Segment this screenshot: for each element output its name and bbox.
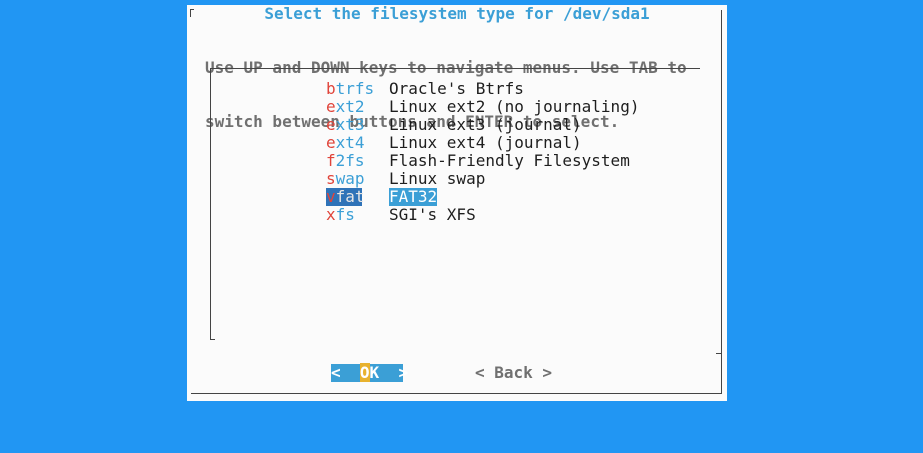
menu-item-tag: ext2 [326, 98, 389, 116]
menu-box-border-top [210, 68, 700, 69]
menu-item-tag-rest: trfs [335, 79, 375, 98]
menu-item-tag: btrfs [326, 80, 389, 98]
menu-item-ext3[interactable]: ext3 Linux ext3 (journal) [326, 116, 639, 134]
menu-item-tag-rest: xt2 [335, 97, 365, 116]
menu-item-hotkey: e [326, 97, 336, 116]
menu-item-tag: ext4 [326, 134, 389, 152]
menu-item-hotkey: v [326, 187, 336, 206]
button-row: < OK > < Back > [187, 363, 727, 384]
menu-item-desc: Oracle's Btrfs [389, 79, 524, 98]
menu-item-desc: FAT32 [389, 187, 438, 206]
menu-item-xfs[interactable]: xfs SGI's XFS [326, 206, 639, 224]
ok-button-left: < [331, 363, 360, 382]
menu-box-border-left-corner [210, 339, 215, 340]
menu-item-desc: Flash-Friendly Filesystem [389, 151, 630, 170]
filesystem-dialog: Select the filesystem type for /dev/sda1… [187, 5, 727, 401]
menu-item-tag-rest: fs [335, 205, 355, 224]
ok-button[interactable]: < OK > [331, 363, 408, 382]
ok-button-rest: K > [369, 363, 409, 382]
menu-box-border-right-corner [716, 353, 722, 354]
menu-item-hotkey: s [326, 169, 336, 188]
menu-item-desc: Linux ext3 (journal) [389, 115, 582, 134]
menu-item-tag-rest: 2fs [335, 151, 365, 170]
menu-item-hotkey: f [326, 151, 336, 170]
menu-item-vfat[interactable]: vfat FAT32 [326, 188, 639, 206]
menu-item-tag: f2fs [326, 152, 389, 170]
menu-item-desc: Linux ext4 (journal) [389, 133, 582, 152]
menu-item-hotkey: e [326, 115, 336, 134]
menu-item-f2fs[interactable]: f2fs Flash-Friendly Filesystem [326, 152, 639, 170]
ok-button-hotkey: O [359, 363, 370, 382]
menu-item-btrfs[interactable]: btrfs Oracle's Btrfs [326, 80, 639, 98]
menu-item-tag-rest: wap [335, 169, 365, 188]
filesystem-menu: btrfs Oracle's Btrfs ext2 Linux ext2 (no… [326, 80, 639, 224]
menu-item-tag-rest: xt3 [335, 115, 365, 134]
menu-item-tag: xfs [326, 206, 389, 224]
menu-box-border-right [721, 68, 722, 355]
menu-item-tag: swap [326, 170, 389, 188]
menu-item-tag: ext3 [326, 116, 389, 134]
menu-item-ext2[interactable]: ext2 Linux ext2 (no journaling) [326, 98, 639, 116]
back-button[interactable]: < Back > [475, 364, 552, 382]
menu-item-hotkey: x [326, 205, 336, 224]
menu-item-ext4[interactable]: ext4 Linux ext4 (journal) [326, 134, 639, 152]
menu-box: btrfs Oracle's Btrfs ext2 Linux ext2 (no… [210, 68, 724, 357]
menu-item-tag-rest: fat [335, 187, 365, 206]
dialog-title: Select the filesystem type for /dev/sda1 [264, 4, 650, 23]
menu-item-desc: SGI's XFS [389, 205, 476, 224]
menu-item-desc: Linux ext2 (no journaling) [389, 97, 640, 116]
menu-box-border-left [210, 68, 211, 339]
menu-item-tag: vfat [326, 187, 365, 206]
menu-item-hotkey: e [326, 133, 336, 152]
menu-item-hotkey: b [326, 79, 336, 98]
menu-item-swap[interactable]: swap Linux swap [326, 170, 639, 188]
menu-item-tag-rest: xt4 [335, 133, 365, 152]
menu-item-desc: Linux swap [389, 169, 486, 188]
